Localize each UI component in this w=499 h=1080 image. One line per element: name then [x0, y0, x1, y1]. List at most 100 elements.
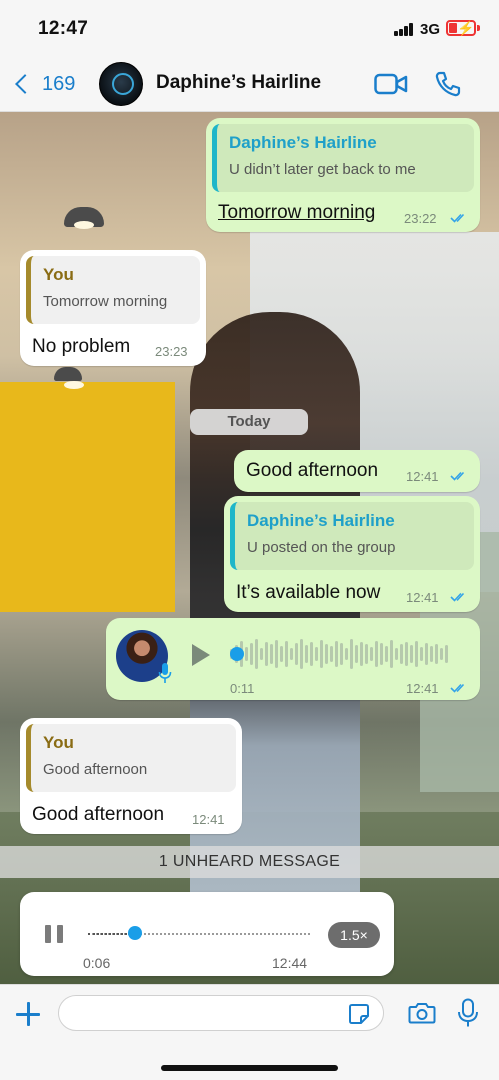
waveform-bar	[315, 647, 318, 661]
plus-icon[interactable]	[16, 1002, 40, 1026]
waveform-bar	[435, 644, 438, 664]
waveform-bar	[415, 641, 418, 667]
message-bubble-outgoing[interactable]: Daphine’s Hairline U posted on the group…	[224, 496, 480, 612]
battery-tip	[477, 25, 480, 31]
quoted-sender: Daphine’s Hairline	[229, 133, 377, 152]
quoted-sender: You	[43, 733, 74, 752]
waveform-bar	[380, 643, 383, 665]
audio-player[interactable]: 0:06 12:44 1.5×	[20, 892, 394, 976]
unheard-message-banner[interactable]: 1 UNHEARD MESSAGE	[0, 846, 499, 878]
waveform-bar	[420, 647, 423, 661]
video-call-icon[interactable]	[374, 72, 408, 96]
voice-duration: 0:11	[230, 681, 255, 696]
message-time: 23:22	[404, 211, 437, 226]
microphone-icon[interactable]	[457, 998, 479, 1028]
waveform-bar	[275, 640, 278, 668]
quoted-text: U didn’t later get back to me	[229, 161, 416, 178]
contact-name[interactable]: Daphine’s Hairline	[156, 72, 321, 94]
status-time: 12:47	[38, 18, 89, 39]
waveform-bar	[295, 643, 298, 665]
quoted-sender: Daphine’s Hairline	[247, 511, 395, 530]
waveform-bar	[365, 644, 368, 664]
unread-count: 169	[42, 72, 76, 95]
message-bubble-incoming[interactable]: You Good afternoon Good afternoon 12:41	[20, 718, 242, 834]
back-chevron-icon	[15, 74, 35, 94]
waveform-bar	[285, 641, 288, 667]
double-check-icon	[450, 683, 465, 693]
quoted-message[interactable]: You Good afternoon	[26, 724, 236, 792]
waveform-bar	[280, 646, 283, 662]
message-bubble-outgoing[interactable]: Good afternoon 12:41	[234, 450, 480, 492]
message-time: 12:41	[406, 469, 439, 484]
battery-icon: ⚡	[446, 20, 476, 36]
waveform-bar	[335, 641, 338, 667]
waveform-bar	[440, 648, 443, 660]
message-input[interactable]	[58, 995, 384, 1031]
quoted-text: Good afternoon	[43, 761, 148, 778]
back-button[interactable]: 169	[12, 68, 75, 100]
waveform-bar	[255, 639, 258, 669]
waveform-bar	[410, 645, 413, 663]
phone-icon[interactable]	[434, 70, 462, 98]
network-type: 3G	[420, 21, 441, 38]
double-check-icon	[450, 213, 465, 223]
message-bubble-outgoing[interactable]: Daphine’s Hairline U didn’t later get ba…	[206, 118, 480, 232]
sticker-icon[interactable]	[348, 1003, 370, 1025]
contact-avatar[interactable]	[99, 62, 143, 106]
play-icon[interactable]	[192, 644, 210, 666]
wallpaper-wall	[0, 382, 175, 612]
quoted-message[interactable]: Daphine’s Hairline U didn’t later get ba…	[212, 124, 474, 192]
date-separator: Today	[190, 409, 308, 435]
chat-header: 169 Daphine’s Hairline	[0, 56, 499, 112]
waveform-bar	[330, 646, 333, 662]
waveform-bar	[360, 642, 363, 666]
voice-message-bubble[interactable]: 0:11 12:41	[106, 618, 480, 700]
quoted-message[interactable]: Daphine’s Hairline U posted on the group	[230, 502, 474, 570]
waveform-bar	[320, 640, 323, 668]
waveform-bar	[395, 648, 398, 660]
quoted-text: U posted on the group	[247, 539, 396, 556]
quoted-sender: You	[43, 265, 74, 284]
waveform-bar	[325, 644, 328, 664]
camera-icon[interactable]	[408, 1001, 436, 1025]
playback-speed-button[interactable]: 1.5×	[328, 922, 380, 948]
message-time: 12:41	[406, 681, 439, 696]
waveform-bar	[305, 645, 308, 663]
quoted-message[interactable]: You Tomorrow morning	[26, 256, 200, 324]
message-text: It’s available now	[236, 582, 381, 603]
waveform-bar	[430, 646, 433, 662]
waveform-bar	[355, 645, 358, 663]
waveform-bar	[245, 647, 248, 661]
waveform-bar	[340, 643, 343, 665]
waveform-bar	[400, 644, 403, 664]
voice-waveform[interactable]	[230, 636, 460, 672]
message-text: Good afternoon	[246, 460, 379, 481]
waveform-bar	[345, 648, 348, 660]
waveform-bar	[290, 648, 293, 660]
waveform-bar	[310, 642, 313, 666]
player-total-time: 12:44	[272, 955, 308, 971]
status-bar: 12:47 3G ⚡	[0, 0, 499, 56]
chat-area[interactable]: Daphine’s Hairline U didn’t later get ba…	[0, 112, 499, 984]
waveform-bar	[375, 641, 378, 667]
voice-progress-knob[interactable]	[230, 647, 244, 661]
waveform-bar	[265, 642, 268, 666]
pause-icon[interactable]	[45, 925, 65, 943]
wallpaper-lamp	[64, 207, 104, 229]
waveform-bar	[250, 643, 253, 665]
player-progress-knob[interactable]	[127, 926, 142, 940]
player-elapsed-time: 0:06	[83, 955, 111, 971]
waveform-bar	[425, 643, 428, 665]
waveform-bar	[405, 642, 408, 666]
message-text: Tomorrow morning	[218, 202, 376, 223]
message-time: 12:41	[406, 590, 439, 605]
waveform-bar	[390, 640, 393, 668]
quoted-text: Tomorrow morning	[43, 293, 168, 310]
double-check-icon	[450, 471, 465, 481]
message-time: 23:23	[155, 344, 188, 359]
waveform-bar	[445, 645, 448, 663]
waveform-bar	[300, 639, 303, 669]
double-check-icon	[450, 592, 465, 602]
message-time: 12:41	[192, 812, 225, 827]
message-bubble-incoming[interactable]: You Tomorrow morning No problem 23:23	[20, 250, 206, 366]
